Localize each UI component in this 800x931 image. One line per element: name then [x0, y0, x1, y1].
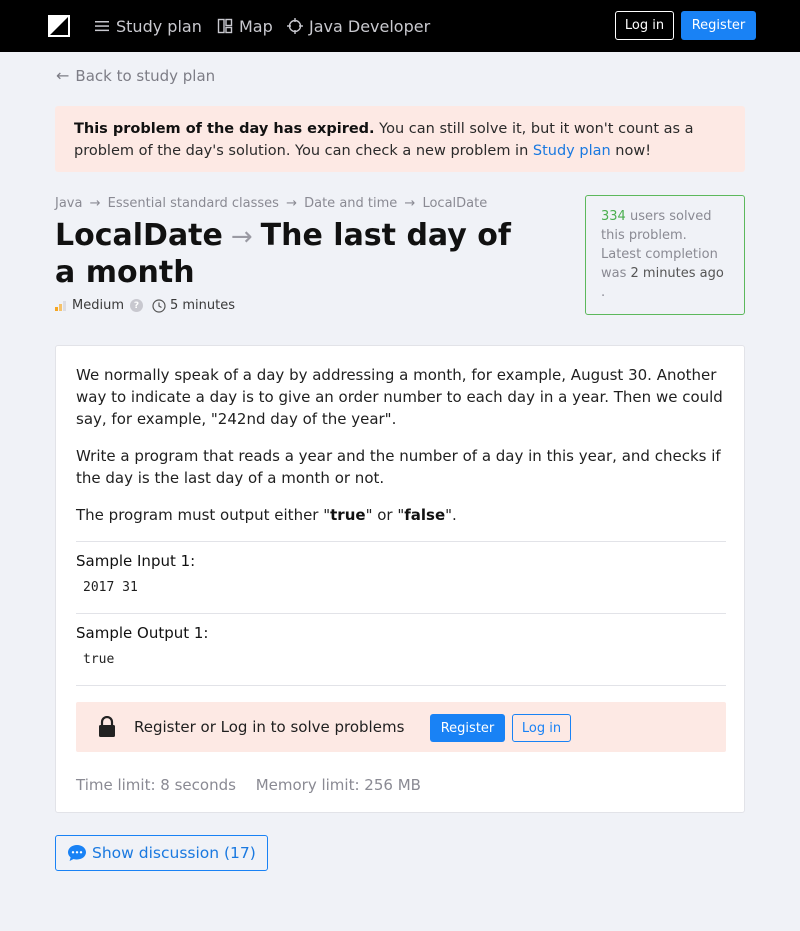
breadcrumb-separator: →: [404, 196, 416, 211]
latest-completion: 2 minutes ago: [630, 266, 724, 281]
solved-count: 334: [601, 209, 626, 224]
clock-icon: [152, 298, 166, 313]
breadcrumb-item[interactable]: Java: [55, 196, 82, 211]
nav-map[interactable]: Map: [217, 15, 273, 37]
breadcrumb-item[interactable]: Essential standard classes: [108, 196, 279, 211]
difficulty-label: Medium: [72, 298, 124, 313]
back-to-study-plan-link[interactable]: ← Back to study plan: [56, 66, 215, 85]
sample-output-value: true: [83, 652, 115, 667]
problem-paragraph: We normally speak of a day by addressing…: [76, 366, 723, 428]
solved-stats-box: 334 users solved this problem. Latest co…: [585, 195, 745, 315]
show-discussion-button[interactable]: Show discussion (17): [55, 835, 268, 871]
problem-limits: Time limit: 8 seconds Memory limit: 256 …: [76, 776, 421, 794]
solve-login-button[interactable]: Log in: [512, 714, 571, 742]
target-icon: [287, 18, 303, 34]
nav-study-plan-label: Study plan: [116, 16, 202, 36]
chat-bubble-icon: [68, 845, 86, 861]
problem-card: We normally speak of a day by addressing…: [55, 345, 745, 813]
divider: [76, 541, 726, 542]
p3-text: " or ": [365, 506, 405, 524]
p3-false: false: [404, 506, 446, 524]
breadcrumb-item[interactable]: Date and time: [304, 196, 397, 211]
breadcrumb-item[interactable]: LocalDate: [422, 196, 487, 211]
sample-input-value: 2017 31: [83, 580, 138, 595]
breadcrumb: Java → Essential standard classes → Date…: [55, 196, 487, 211]
top-navbar: Study plan Map Java Developer Log in Reg…: [0, 0, 800, 52]
difficulty-bars-icon: [55, 300, 67, 311]
time-limit: Time limit: 8 seconds: [76, 776, 236, 794]
stats-tail: .: [601, 285, 606, 300]
problem-paragraph: Write a program that reads a year and th…: [76, 447, 721, 487]
show-discussion-label: Show discussion (17): [92, 844, 256, 862]
sample-input-label: Sample Input 1:: [76, 552, 196, 570]
divider: [76, 613, 726, 614]
map-icon: [217, 18, 233, 34]
hyperskill-logo-icon[interactable]: [48, 15, 70, 37]
help-icon[interactable]: ?: [129, 299, 143, 312]
alert-study-plan-link[interactable]: Study plan: [533, 143, 611, 159]
problem-paragraph: The program must output either "true" or…: [76, 504, 726, 526]
nav-track[interactable]: Java Developer: [287, 15, 430, 37]
divider: [76, 685, 726, 686]
login-button[interactable]: Log in: [615, 11, 674, 40]
p3-text: ".: [445, 506, 457, 524]
solve-prompt-box: Register or Log in to solve problems Reg…: [76, 702, 726, 752]
title-topic[interactable]: LocalDate: [55, 218, 223, 253]
expired-alert: This problem of the day has expired. You…: [55, 106, 745, 172]
arrow-left-icon: ←: [56, 66, 70, 85]
solve-prompt-text: Register or Log in to solve problems: [134, 718, 405, 736]
memory-limit: Memory limit: 256 MB: [255, 776, 421, 794]
nav-track-label: Java Developer: [309, 16, 431, 36]
breadcrumb-separator: →: [89, 196, 101, 211]
alert-tail: now!: [610, 143, 652, 159]
breadcrumb-separator: →: [286, 196, 297, 211]
title-arrow: →: [230, 222, 253, 252]
nav-study-plan[interactable]: Study plan: [94, 15, 202, 37]
lock-icon: [99, 716, 115, 737]
sample-output-label: Sample Output 1:: [76, 624, 209, 642]
alert-title: This problem of the day has expired.: [74, 121, 375, 137]
problem-meta: Medium ? 5 minutes: [55, 298, 235, 313]
back-label: Back to study plan: [75, 66, 216, 85]
p3-text: The program must output either ": [76, 506, 331, 524]
register-button[interactable]: Register: [681, 11, 756, 40]
duration-label: 5 minutes: [169, 298, 236, 313]
p3-true: true: [330, 506, 366, 524]
menu-icon: [95, 21, 109, 32]
solve-register-button[interactable]: Register: [430, 714, 505, 742]
page-title: LocalDate → The last day of a month: [55, 218, 525, 291]
nav-map-label: Map: [239, 16, 273, 36]
